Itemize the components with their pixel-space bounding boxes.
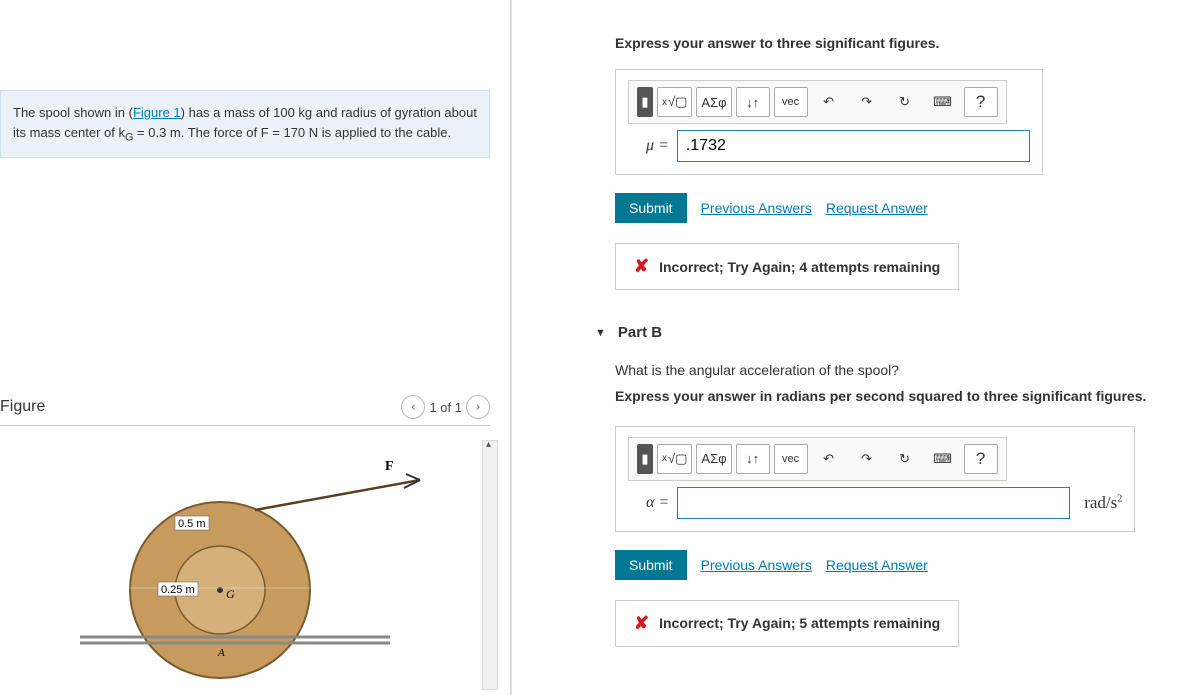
help-button[interactable]: ? [964,87,998,117]
svg-text:0.5 m: 0.5 m [178,518,206,530]
partb-previous-answers[interactable]: Previous Answers [701,557,812,573]
caret-down-icon: ▼ [595,327,606,339]
undo-icon[interactable]: ↶ [812,444,846,474]
x-icon: ✘ [634,256,649,277]
templates-icon[interactable]: ▮ [637,444,653,474]
sqrt-button[interactable]: x√▢ [657,444,692,474]
partb-toolbar: ▮ x√▢ ΑΣφ ↓↑ vec ↶ ↷ ↻ ⌨ ? [628,437,1007,481]
partb-answer-box: ▮ x√▢ ΑΣφ ↓↑ vec ↶ ↷ ↻ ⌨ ? α = rad/s2 [615,426,1135,532]
svg-text:0.25 m: 0.25 m [161,584,195,596]
parta-submit-button[interactable]: Submit [615,193,687,223]
partb-submit-button[interactable]: Submit [615,550,687,580]
parta-feedback: ✘ Incorrect; Try Again; 4 attempts remai… [615,243,959,290]
keyboard-icon[interactable]: ⌨ [926,87,960,117]
greek-button[interactable]: ΑΣφ [696,87,731,117]
figure-pager: ‹ 1 of 1 › [401,395,490,419]
partb-feedback: ✘ Incorrect; Try Again; 5 attempts remai… [615,600,959,647]
problem-statement: The spool shown in (Figure 1) has a mass… [0,90,490,158]
partb-input[interactable] [677,487,1070,519]
vec-button[interactable]: vec [774,87,808,117]
x-icon: ✘ [634,613,649,634]
pager-prev[interactable]: ‹ [401,395,425,419]
redo-icon[interactable]: ↷ [850,444,884,474]
partb-unit: rad/s2 [1070,493,1122,513]
parta-instruction: Express your answer to three significant… [615,35,1180,51]
subsup-button[interactable]: ↓↑ [736,87,770,117]
parta-request-answer[interactable]: Request Answer [826,200,928,216]
vec-button[interactable]: vec [774,444,808,474]
keyboard-icon[interactable]: ⌨ [926,444,960,474]
pager-next[interactable]: › [466,395,490,419]
greek-button[interactable]: ΑΣφ [696,444,731,474]
partb-header[interactable]: ▼ Part B [595,324,1180,341]
figure-scrollbar[interactable] [482,440,498,690]
subsup-button[interactable]: ↓↑ [736,444,770,474]
parta-previous-answers[interactable]: Previous Answers [701,200,812,216]
pager-label: 1 of 1 [429,400,462,415]
parta-toolbar: ▮ x√▢ ΑΣφ ↓↑ vec ↶ ↷ ↻ ⌨ ? [628,80,1007,124]
figure-title: Figure [0,398,45,416]
partb-request-answer[interactable]: Request Answer [826,557,928,573]
parta-answer-box: ▮ x√▢ ΑΣφ ↓↑ vec ↶ ↷ ↻ ⌨ ? μ = [615,69,1043,175]
partb-instruction: Express your answer in radians per secon… [615,385,1180,407]
partb-var: α = [628,494,677,512]
templates-icon[interactable]: ▮ [637,87,653,117]
help-button[interactable]: ? [964,444,998,474]
parta-var: μ = [628,137,677,155]
figure-link[interactable]: Figure 1 [133,105,181,120]
reset-icon[interactable]: ↻ [888,87,922,117]
parta-input[interactable] [677,130,1030,162]
svg-text:G: G [226,587,235,601]
redo-icon[interactable]: ↷ [850,87,884,117]
undo-icon[interactable]: ↶ [812,87,846,117]
svg-text:F: F [385,459,394,474]
reset-icon[interactable]: ↻ [888,444,922,474]
sqrt-button[interactable]: x√▢ [657,87,692,117]
svg-text:A: A [217,647,225,659]
figure-image: G A F 0.5 m 0.25 m [80,440,430,683]
partb-question: What is the angular acceleration of the … [615,359,1180,381]
